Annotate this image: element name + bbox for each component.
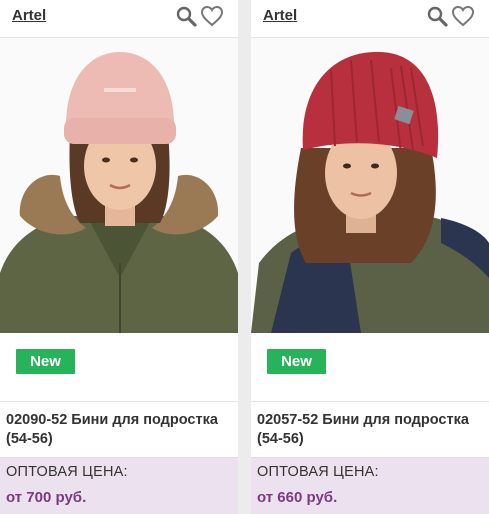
brand-link[interactable]: Artel xyxy=(263,7,297,24)
card-actions xyxy=(174,4,224,28)
search-icon[interactable] xyxy=(425,4,449,28)
card-actions xyxy=(425,4,475,28)
price-label: ОПТОВАЯ ЦЕНА: xyxy=(6,464,128,480)
price-label: ОПТОВАЯ ЦЕНА: xyxy=(257,464,379,480)
price-area: ОПТОВАЯ ЦЕНА: от 700 руб. xyxy=(0,457,238,514)
product-card[interactable]: Artel New 02057-52 Бини для подростка (5… xyxy=(251,0,489,514)
price-value: от 660 руб. xyxy=(257,489,338,506)
product-name[interactable]: 02090-52 Бини для подростка (54-56) xyxy=(6,411,232,449)
heart-icon[interactable] xyxy=(200,4,224,28)
new-badge: New xyxy=(16,349,75,374)
search-icon[interactable] xyxy=(174,4,198,28)
price-area: ОПТОВАЯ ЦЕНА: от 660 руб. xyxy=(251,457,489,514)
card-header: Artel xyxy=(0,0,238,38)
new-badge: New xyxy=(267,349,326,374)
card-header: Artel xyxy=(251,0,489,38)
product-name-area: 02057-52 Бини для подростка (54-56) xyxy=(251,401,489,457)
badge-area: New xyxy=(251,333,489,401)
product-card[interactable]: Artel New 02090-52 Бини для подростка (5… xyxy=(0,0,238,514)
price-value: от 700 руб. xyxy=(6,489,87,506)
brand-link[interactable]: Artel xyxy=(12,7,46,24)
product-photo[interactable] xyxy=(251,38,489,333)
heart-icon[interactable] xyxy=(451,4,475,28)
product-name[interactable]: 02057-52 Бини для подростка (54-56) xyxy=(257,411,483,449)
badge-area: New xyxy=(0,333,238,401)
product-name-area: 02090-52 Бини для подростка (54-56) xyxy=(0,401,238,457)
product-photo[interactable] xyxy=(0,38,238,333)
